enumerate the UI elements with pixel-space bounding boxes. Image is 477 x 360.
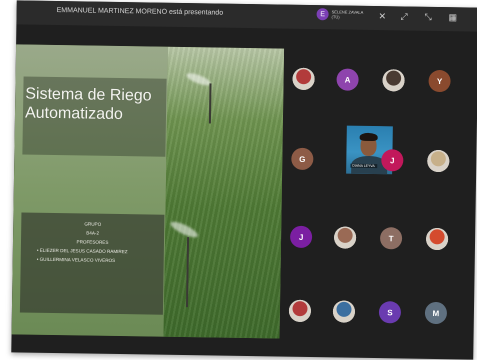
participant-initial: A [344, 75, 351, 85]
participant-avatar[interactable]: J [381, 149, 404, 172]
participant-initial: S [387, 307, 393, 317]
participant-avatar[interactable] [292, 67, 315, 91]
meeting-top-bar: EMMANUEL MARTINEZ MORENO está presentand… [16, 0, 477, 32]
participant-initial: Y [436, 76, 443, 86]
participant-avatar[interactable] [425, 227, 449, 251]
participant-avatar[interactable]: G [291, 147, 314, 171]
slide-info-box: GRUPO B4A-2 PROFESORES • ELIEZER DEL JES… [19, 212, 165, 315]
expand-icon[interactable]: ⤢ [401, 11, 408, 21]
participant-avatar[interactable] [288, 299, 312, 323]
participant-initial: J [390, 155, 395, 165]
user-avatar: E [316, 8, 329, 21]
participant-avatar[interactable] [427, 149, 450, 173]
participant-photo [427, 149, 450, 173]
participant-avatar[interactable] [332, 300, 356, 323]
user-name-line2: (TÚ) [331, 14, 340, 20]
slide-title: Sistema de Riego Automatizado [24, 85, 152, 124]
participant-photo [292, 67, 315, 91]
participant-avatar[interactable]: A [336, 68, 359, 91]
participant-avatar[interactable]: Y [428, 69, 451, 93]
participant-initial: M [432, 308, 440, 318]
participant-avatar[interactable]: S [378, 301, 402, 324]
irrigation-field-image [163, 46, 285, 339]
pin-icon[interactable]: ✕ [379, 11, 387, 21]
presentation-slide: Sistema de Riego Automatizado GRUPO B4A-… [11, 44, 285, 339]
participant-initial: T [388, 233, 394, 243]
participant-photo [333, 226, 357, 249]
teacher-2: • GUILLERMINA VELASCO VIVEROS [36, 256, 116, 263]
participant-photo [425, 227, 449, 251]
participant-avatar[interactable]: M [424, 301, 448, 325]
participant-avatar[interactable]: T [379, 227, 403, 250]
participant-avatar[interactable] [382, 69, 405, 92]
participant-avatar[interactable] [333, 226, 357, 249]
participant-photo [332, 300, 356, 323]
participant-photo [382, 69, 405, 92]
video-name-tag: DIANA LEYVA [350, 163, 377, 169]
participant-initial: J [298, 232, 304, 242]
current-user-badge[interactable]: E SELENE ZAVALA (TÚ) [316, 8, 366, 21]
presenter-status-text: EMMANUEL MARTINEZ MORENO está presentand… [56, 7, 224, 17]
present-icon[interactable]: ⤡ [425, 12, 432, 22]
participants-grid: DIANA LEYVA A Y G J J T S M [281, 29, 477, 360]
participant-initial: G [299, 154, 306, 164]
layout-icon[interactable]: ▦ [449, 12, 458, 22]
meeting-window: EMMANUEL MARTINEZ MORENO está presentand… [11, 0, 477, 360]
user-name: SELENE ZAVALA (TÚ) [332, 9, 366, 20]
participant-photo [288, 299, 312, 323]
participant-avatar[interactable]: J [289, 225, 313, 249]
